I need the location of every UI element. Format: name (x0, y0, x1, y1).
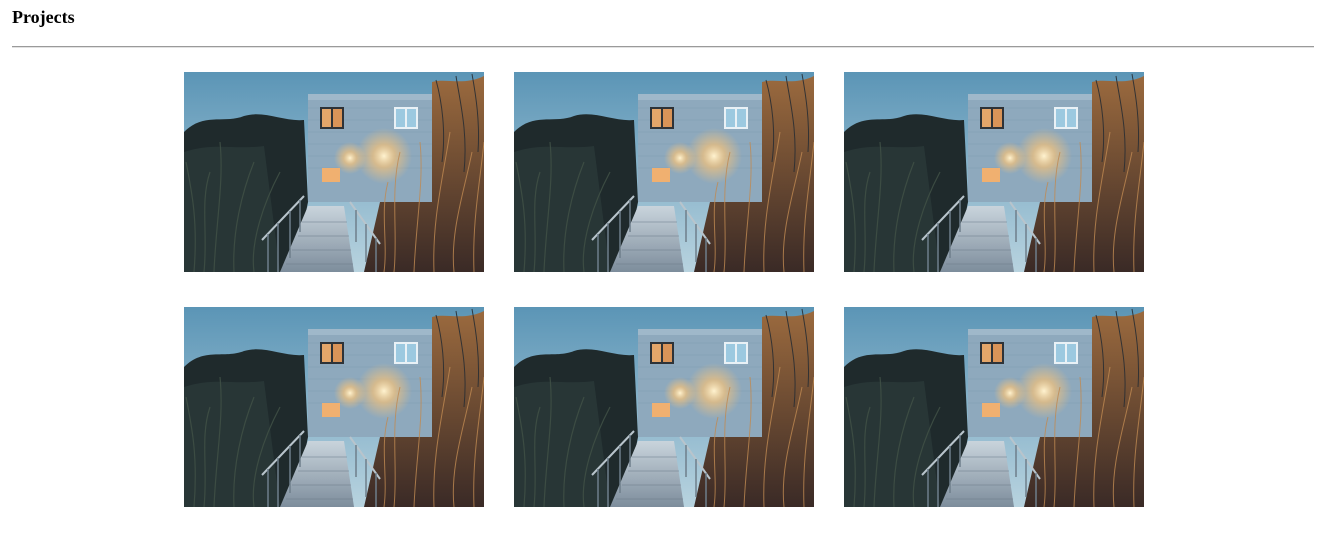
project-card-4[interactable] (184, 307, 484, 507)
project-gallery (184, 72, 1144, 507)
house-at-dusk-photo (184, 307, 484, 507)
title-divider (12, 46, 1314, 48)
project-card-6[interactable] (844, 307, 1144, 507)
project-card-2[interactable] (514, 72, 814, 272)
house-at-dusk-photo (514, 72, 814, 272)
house-at-dusk-photo (184, 72, 484, 272)
house-at-dusk-photo (844, 72, 1144, 272)
project-card-5[interactable] (514, 307, 814, 507)
project-card-1[interactable] (184, 72, 484, 272)
house-at-dusk-photo (514, 307, 814, 507)
project-card-3[interactable] (844, 72, 1144, 272)
house-at-dusk-photo (844, 307, 1144, 507)
page-title: Projects (12, 7, 75, 27)
